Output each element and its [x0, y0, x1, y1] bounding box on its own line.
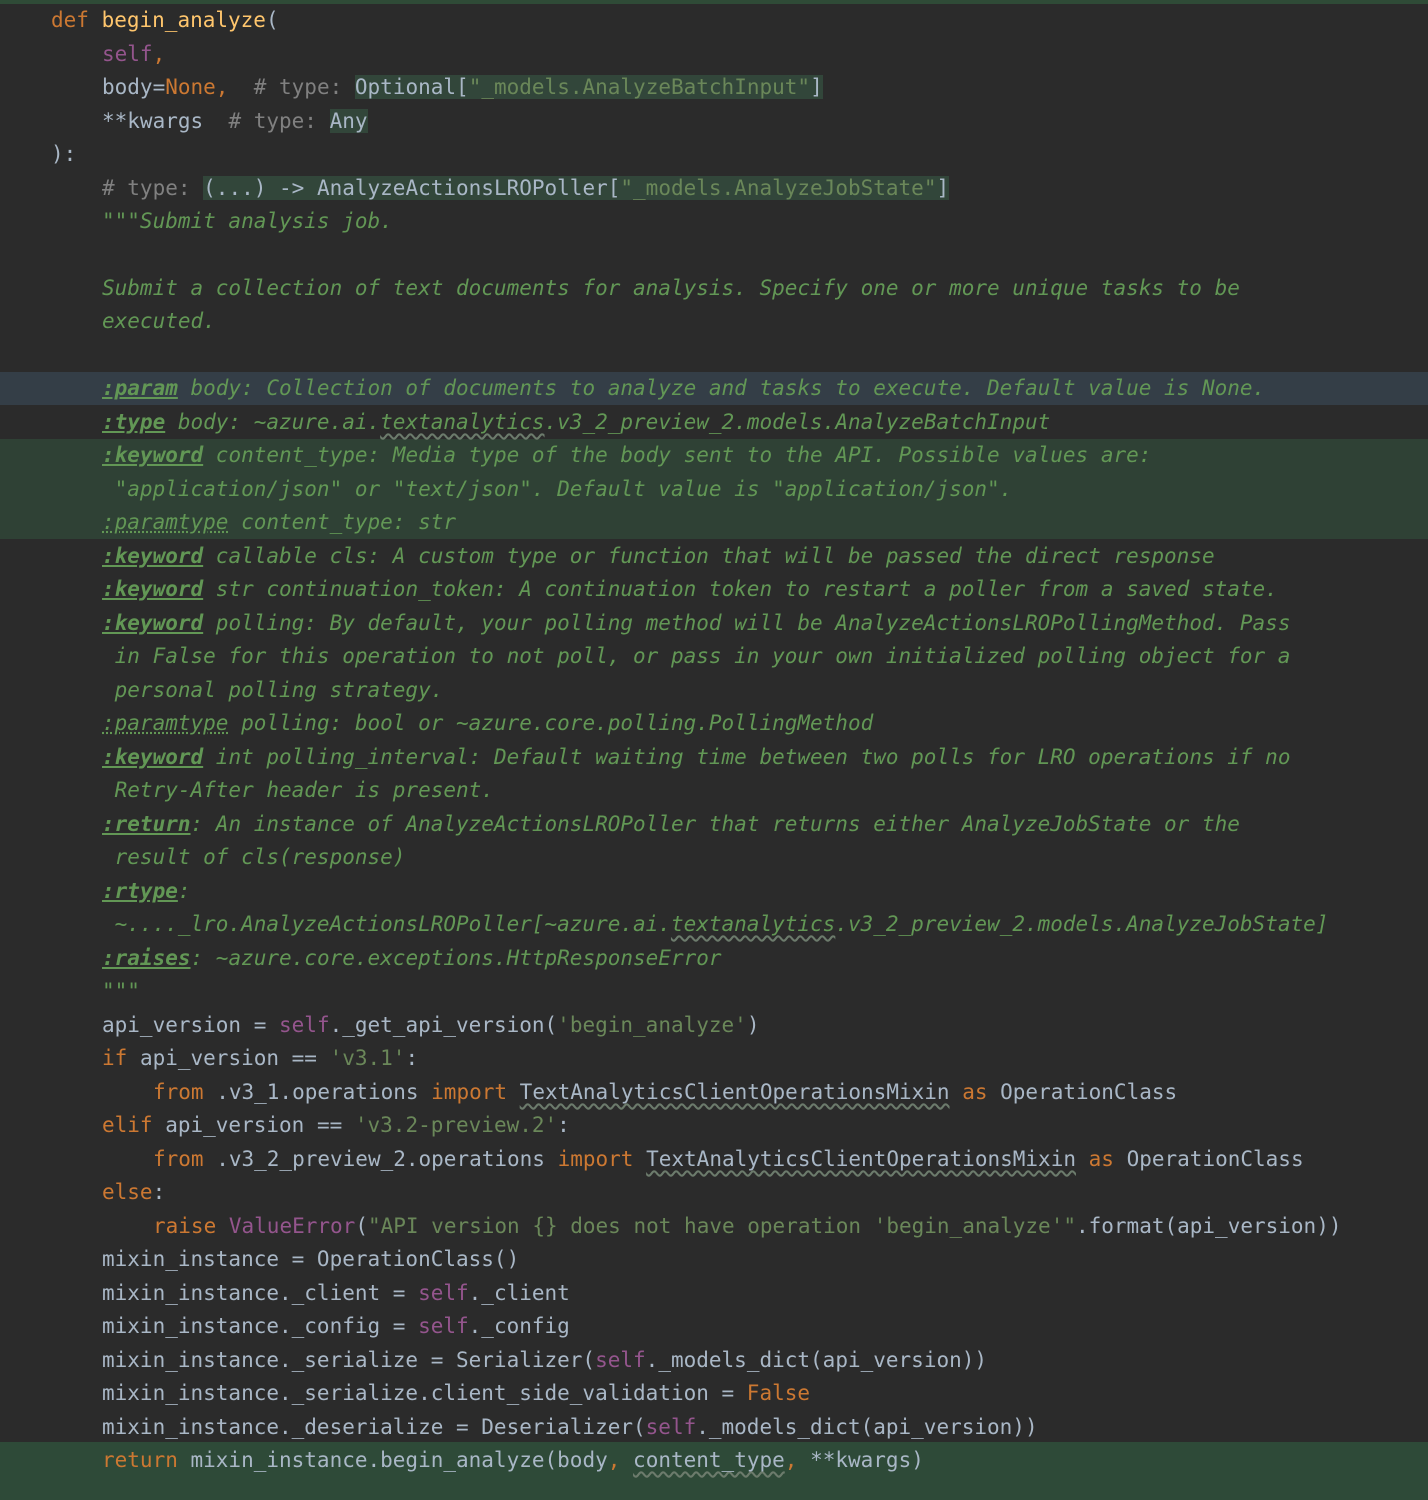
spelling-warning: textanalytics — [670, 912, 836, 936]
code-line[interactable]: raise ValueError("API version {} does no… — [0, 1210, 1428, 1244]
docstring-line[interactable]: """Submit analysis job. — [0, 205, 1428, 239]
code-line[interactable]: mixin_instance._config = self._config — [0, 1310, 1428, 1344]
type-hint: Any — [329, 109, 368, 133]
doc-tag: :type — [102, 410, 166, 434]
docstring-line[interactable]: :keyword callable cls: A custom type or … — [0, 540, 1428, 574]
code-line[interactable]: mixin_instance._serialize = Serializer(s… — [0, 1344, 1428, 1378]
docstring-line[interactable]: :keyword int polling_interval: Default w… — [0, 741, 1428, 775]
docstring-line[interactable]: :raises: ~azure.core.exceptions.HttpResp… — [0, 942, 1428, 976]
docstring-line[interactable]: :type body: ~azure.ai.textanalytics.v3_2… — [0, 406, 1428, 440]
code-line[interactable]: from .v3_1.operations import TextAnalyti… — [0, 1076, 1428, 1110]
docstring-line[interactable]: :keyword polling: By default, your polli… — [0, 607, 1428, 641]
docstring-line[interactable]: :param body: Collection of documents to … — [0, 372, 1428, 406]
doc-tag: :keyword — [102, 745, 204, 769]
code-editor[interactable]: def begin_analyze( self, body=None, # ty… — [0, 0, 1428, 1500]
doc-tag: :raises — [102, 946, 191, 970]
docstring-line[interactable]: Retry-After header is present. — [0, 774, 1428, 808]
docstring-line[interactable]: personal polling strategy. — [0, 674, 1428, 708]
type-hint: Optional["_models.AnalyzeBatchInput"] — [354, 75, 823, 99]
code-line[interactable]: mixin_instance._serialize.client_side_va… — [0, 1377, 1428, 1411]
doc-tag: :param — [102, 376, 178, 400]
doc-tag: :keyword — [102, 544, 204, 568]
code-line[interactable]: body=None, # type: Optional["_models.Ana… — [0, 71, 1428, 105]
function-name: begin_analyze — [101, 8, 266, 32]
docstring-line[interactable]: :keyword str continuation_token: A conti… — [0, 573, 1428, 607]
doc-tag: :paramtype — [102, 510, 229, 534]
docstring-line[interactable]: """ — [0, 975, 1428, 1009]
type-hint: (...) -> AnalyzeActionsLROPoller["_model… — [203, 176, 950, 200]
docstring-line[interactable]: ~...._lro.AnalyzeActionsLROPoller[~azure… — [0, 908, 1428, 942]
doc-tag: :paramtype — [102, 711, 229, 735]
spelling-warning: textanalytics — [380, 410, 545, 434]
code-line[interactable]: # type: (...) -> AnalyzeActionsLROPoller… — [0, 172, 1428, 206]
docstring-line[interactable]: :return: An instance of AnalyzeActionsLR… — [0, 808, 1428, 842]
doc-tag: :keyword — [102, 611, 204, 635]
code-line[interactable]: mixin_instance._deserialize = Deserializ… — [0, 1411, 1428, 1445]
spelling-warning: TextAnalyticsClientOperationsMixin — [519, 1080, 950, 1104]
doc-tag: :keyword — [102, 443, 204, 467]
docstring-line[interactable]: :paramtype content_type: str — [0, 506, 1428, 540]
code-line[interactable]: mixin_instance._client = self._client — [0, 1277, 1428, 1311]
docstring-line[interactable]: :rtype: — [0, 875, 1428, 909]
code-line[interactable]: api_version = self._get_api_version('beg… — [0, 1009, 1428, 1043]
doc-tag: :keyword — [102, 577, 204, 601]
spelling-warning: content_type — [633, 1448, 785, 1472]
doc-tag: :return — [102, 812, 191, 836]
code-line[interactable]: ): — [0, 138, 1428, 172]
code-line[interactable]: mixin_instance = OperationClass() — [0, 1243, 1428, 1277]
code-line[interactable]: if api_version == 'v3.1': — [0, 1042, 1428, 1076]
spelling-warning: TextAnalyticsClientOperationsMixin — [646, 1147, 1076, 1171]
code-line[interactable]: from .v3_2_preview_2.operations import T… — [0, 1143, 1428, 1177]
code-line[interactable]: self, — [0, 38, 1428, 72]
code-line[interactable]: **kwargs # type: Any — [0, 105, 1428, 139]
docstring-line[interactable]: result of cls(response) — [0, 841, 1428, 875]
docstring-line[interactable]: in False for this operation to not poll,… — [0, 640, 1428, 674]
docstring-line[interactable]: Submit a collection of text documents fo… — [0, 272, 1428, 306]
docstring-line[interactable]: executed. — [0, 305, 1428, 339]
docstring-line[interactable]: :paramtype polling: bool or ~azure.core.… — [0, 707, 1428, 741]
code-line[interactable]: elif api_version == 'v3.2-preview.2': — [0, 1109, 1428, 1143]
code-line[interactable]: else: — [0, 1176, 1428, 1210]
docstring-line[interactable]: "application/json" or "text/json". Defau… — [0, 473, 1428, 507]
docstring-line[interactable]: :keyword content_type: Media type of the… — [0, 439, 1428, 473]
code-line[interactable]: def begin_analyze( — [0, 4, 1428, 38]
code-line[interactable]: return mixin_instance.begin_analyze(body… — [0, 1444, 1428, 1478]
doc-tag: :rtype — [102, 879, 178, 903]
